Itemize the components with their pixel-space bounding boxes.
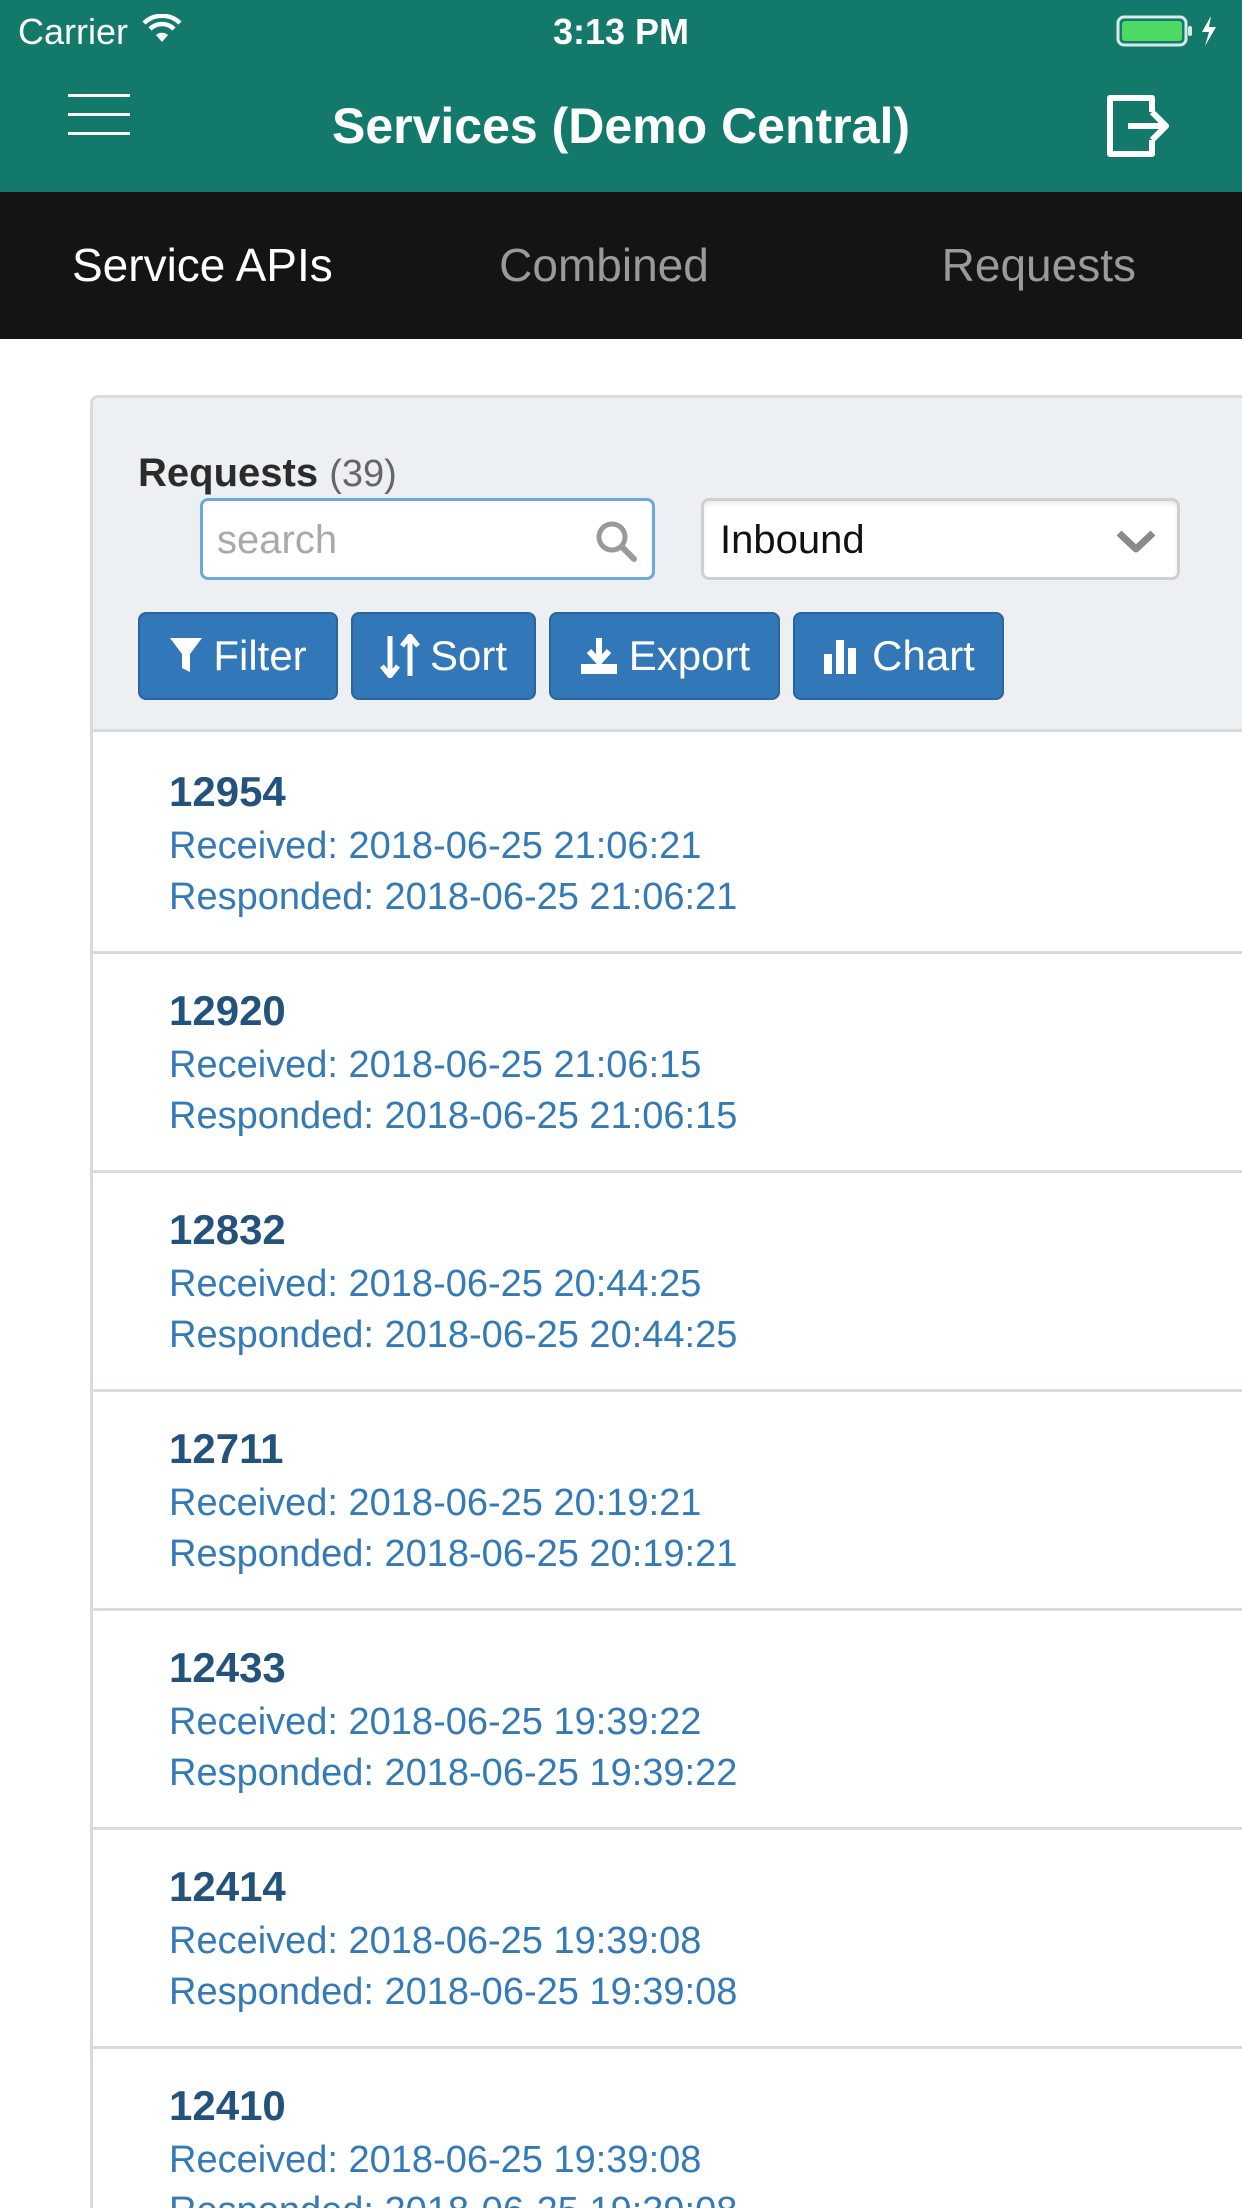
tab-requests[interactable]: Requests bbox=[781, 192, 1242, 339]
chart-button-label: Chart bbox=[872, 632, 975, 679]
tab-combined[interactable]: Combined bbox=[427, 192, 782, 339]
export-button-label: Export bbox=[628, 632, 751, 679]
hamburger-menu-icon[interactable] bbox=[68, 94, 130, 136]
request-id: 12954 bbox=[169, 768, 286, 815]
list-item[interactable]: 12920 Received: 2018-06-25 21:06:15 Resp… bbox=[93, 954, 1242, 1173]
battery-icon bbox=[1116, 14, 1226, 48]
search-input[interactable] bbox=[217, 511, 577, 569]
app-root: Carrier 3:13 PM Services (Demo Central) bbox=[0, 0, 1242, 2208]
list-item[interactable]: 12433 Received: 2018-06-25 19:39:22 Resp… bbox=[93, 1611, 1242, 1830]
request-id: 12711 bbox=[169, 1425, 284, 1472]
request-id: 12414 bbox=[169, 1863, 286, 1910]
download-icon bbox=[580, 638, 617, 674]
export-button[interactable]: Export bbox=[549, 612, 780, 700]
list-item[interactable]: 12832 Received: 2018-06-25 20:44:25 Resp… bbox=[93, 1173, 1242, 1392]
chart-button[interactable]: Chart bbox=[793, 612, 1004, 700]
responded-time: Responded: 2018-06-25 21:06:21 bbox=[169, 876, 738, 918]
page-title: Services (Demo Central) bbox=[331, 98, 910, 154]
top-bar: Carrier 3:13 PM Services (Demo Central) bbox=[0, 0, 1242, 192]
sort-icon bbox=[380, 634, 420, 678]
request-id: 12832 bbox=[169, 1206, 286, 1253]
filter-button-label: Filter bbox=[213, 632, 307, 679]
responded-time: Responded: 2018-06-25 19:39:22 bbox=[169, 1752, 738, 1794]
search-field bbox=[200, 498, 655, 580]
exit-icon[interactable] bbox=[1104, 92, 1172, 160]
list-item[interactable]: 12954 Received: 2018-06-25 21:06:21 Resp… bbox=[93, 735, 1242, 954]
received-time: Received: 2018-06-25 20:44:25 bbox=[169, 1263, 702, 1305]
responded-time: Responded: 2018-06-25 21:06:15 bbox=[169, 1095, 738, 1137]
responded-time: Responded: 2018-06-25 19:39:08 bbox=[169, 1971, 738, 2013]
requests-list: 12954 Received: 2018-06-25 21:06:21 Resp… bbox=[93, 735, 1242, 2208]
panel-title-label: Requests bbox=[138, 451, 319, 495]
request-id: 12433 bbox=[169, 1644, 286, 1691]
received-time: Received: 2018-06-25 21:06:15 bbox=[169, 1044, 702, 1086]
received-time: Received: 2018-06-25 19:39:08 bbox=[169, 2139, 702, 2181]
direction-select-value: Inbound bbox=[720, 518, 865, 562]
panel-title: Requests (39) bbox=[138, 448, 397, 499]
tab-bar: Service APIs Combined Requests bbox=[0, 192, 1242, 339]
responded-time: Responded: 2018-06-25 20:19:21 bbox=[169, 1533, 738, 1575]
list-item[interactable]: 12711 Received: 2018-06-25 20:19:21 Resp… bbox=[93, 1392, 1242, 1611]
search-icon[interactable] bbox=[594, 519, 638, 563]
received-time: Received: 2018-06-25 20:19:21 bbox=[169, 1482, 702, 1524]
filter-button[interactable]: Filter bbox=[138, 612, 338, 700]
request-count: (39) bbox=[329, 453, 397, 495]
responded-time: Responded: 2018-06-25 19:39:08 bbox=[169, 2187, 737, 2208]
panel-header: Requests (39) Inbound bbox=[93, 398, 1242, 732]
request-id: 12920 bbox=[169, 987, 286, 1034]
sort-button-label: Sort bbox=[429, 632, 508, 679]
received-time: Received: 2018-06-25 21:06:21 bbox=[169, 825, 702, 867]
list-item[interactable]: 12410 Received: 2018-06-25 19:39:08 Resp… bbox=[93, 2049, 1242, 2208]
tab-service-apis[interactable]: Service APIs bbox=[0, 192, 427, 339]
chevron-down-icon bbox=[1115, 527, 1157, 557]
status-time: 3:13 PM bbox=[552, 11, 690, 52]
direction-select[interactable]: Inbound bbox=[701, 498, 1180, 580]
received-time: Received: 2018-06-25 19:39:22 bbox=[169, 1701, 702, 1743]
request-id: 12410 bbox=[169, 2082, 286, 2129]
bar-chart-icon bbox=[824, 640, 857, 674]
sort-button[interactable]: Sort bbox=[351, 612, 536, 700]
responded-time: Responded: 2018-06-25 20:44:25 bbox=[169, 1314, 738, 1356]
received-time: Received: 2018-06-25 19:39:08 bbox=[169, 1920, 702, 1962]
requests-panel: Requests (39) Inbound bbox=[90, 395, 1242, 2208]
list-item[interactable]: 12414 Received: 2018-06-25 19:39:08 Resp… bbox=[93, 1830, 1242, 2049]
filter-icon bbox=[170, 638, 203, 672]
